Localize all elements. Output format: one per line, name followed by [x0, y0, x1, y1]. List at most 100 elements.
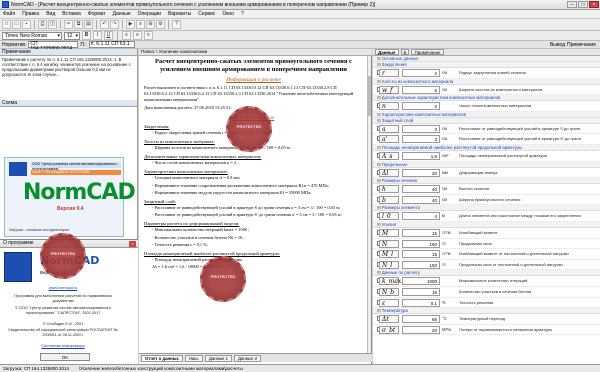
tab-note[interactable]: Примечание — [567, 42, 596, 48]
font-size-combo[interactable]: 12 — [64, 31, 80, 40]
parameter-value[interactable]: 3 — [402, 124, 440, 133]
bold-icon[interactable]: B — [82, 31, 91, 40]
menu-data[interactable]: Данные — [113, 11, 131, 17]
parameter-symbol[interactable]: n — [379, 102, 399, 111]
parameter-symbol[interactable]: σ_bt — [379, 325, 399, 334]
redo-icon[interactable]: ↷ — [110, 20, 119, 29]
parameter-symbol[interactable]: b — [379, 195, 399, 204]
norm-field[interactable]: СП 164.1325800.2014 — [28, 41, 79, 52]
menu-service[interactable]: Сервис — [198, 11, 215, 17]
tab-data[interactable]: Данные — [375, 49, 399, 55]
parameter-value[interactable]: 150 — [402, 260, 440, 269]
note-panel-title: Примечание — [0, 49, 137, 56]
undo-icon[interactable]: ↶ — [100, 20, 109, 29]
parameter-symbol[interactable]: Δl — [379, 168, 399, 177]
parameter-symbol[interactable]: N_l — [379, 260, 399, 269]
parameter-value[interactable]: 1,6 — [402, 151, 440, 160]
parameter-symbol[interactable]: w_f — [379, 85, 399, 94]
parameter-value[interactable]: 0,1 — [402, 298, 440, 307]
parameter-value[interactable]: 4 — [402, 212, 440, 221]
doc-scrollbar[interactable] — [367, 56, 371, 353]
parameter-value[interactable]: 20 — [402, 168, 440, 177]
calculate-icon[interactable]: ▶ — [126, 20, 135, 29]
menu-variants[interactable]: Варианты — [168, 11, 191, 17]
about-close-icon[interactable]: × — [129, 241, 136, 247]
help-icon[interactable]: ? — [172, 20, 181, 29]
para-def-2: - Количество участков в сечении бетона N… — [152, 234, 245, 240]
parameter-symbol[interactable]: l_0 — [379, 212, 399, 221]
parameter-value[interactable]: 1000 — [402, 277, 440, 286]
align-left-icon[interactable]: ≡ — [122, 31, 131, 40]
menu-help[interactable]: ? — [241, 11, 244, 17]
minimize-button[interactable]: – — [567, 1, 577, 8]
parameter-value[interactable]: 20 — [402, 325, 440, 334]
parameter-symbol[interactable]: M_l — [379, 250, 399, 259]
save-icon[interactable]: ▪ — [22, 20, 31, 29]
preview-icon[interactable]: ◫ — [48, 20, 57, 29]
report-icon[interactable]: ≡ — [136, 20, 145, 29]
parameter-symbol[interactable]: N_b — [379, 287, 399, 296]
system-info-link[interactable]: Системная информация — [4, 344, 122, 349]
parameter-value[interactable]: 40 — [402, 185, 440, 194]
menu-format[interactable]: Формат — [88, 11, 106, 17]
parameter-value[interactable]: 66 — [402, 315, 440, 324]
font-combo[interactable]: Times New Roman — [2, 31, 62, 40]
align-right-icon[interactable]: ≡ — [144, 31, 153, 40]
parameter-row: Δl 20 мм Деформация анкера — [373, 168, 600, 179]
tab-b[interactable]: Б — [400, 49, 410, 55]
parameter-value[interactable]: 2 — [402, 69, 440, 77]
underline-icon[interactable]: U — [104, 31, 113, 40]
parameter-symbol[interactable]: a — [379, 124, 399, 133]
clause-field[interactable]: п. 6.1.11 СП 63.1 — [88, 41, 135, 48]
align-center-icon[interactable]: ≡ — [133, 31, 142, 40]
copy-icon[interactable]: ⧉ — [74, 20, 83, 29]
tab-data-2[interactable]: Данные 2 — [234, 354, 262, 362]
parameter-symbol[interactable]: h — [379, 185, 399, 194]
menu-edit[interactable]: Правка — [22, 11, 39, 17]
parameter-symbol[interactable]: M — [379, 228, 399, 237]
parameter-value[interactable]: 2 — [402, 102, 440, 111]
ok-button[interactable]: OK — [40, 353, 90, 361]
print-icon[interactable]: ⎙ — [38, 20, 47, 29]
parameter-value[interactable]: 3 — [402, 135, 440, 144]
parameter-value[interactable]: 15 — [402, 250, 440, 259]
paste-icon[interactable]: ▤ — [84, 20, 93, 29]
close-button[interactable]: × — [589, 1, 599, 8]
menu-insert[interactable]: Вставка — [62, 11, 81, 17]
open-folder-icon[interactable]: ▭ — [12, 20, 21, 29]
about-link[interactable]: www.normcad.ru — [4, 286, 122, 291]
parameter-value[interactable]: 5 — [402, 85, 440, 94]
menu-operations[interactable]: Операции — [138, 11, 161, 17]
variants-icon[interactable]: ⊞ — [146, 20, 155, 29]
parameter-value[interactable]: 40 — [402, 195, 440, 204]
parameter-description: Температурный перепад — [459, 316, 505, 322]
parameter-value[interactable]: 16 — [402, 287, 440, 296]
parameter-value[interactable]: 150 — [402, 239, 440, 248]
tab-output[interactable]: Вывод — [550, 42, 565, 48]
parameter-value[interactable]: 15 — [402, 228, 440, 237]
clause-label: П.: — [80, 41, 87, 48]
maximize-button[interactable]: □ — [578, 1, 588, 8]
settings-icon[interactable]: ⚙ — [156, 20, 165, 29]
tab-report[interactable]: Отчет о данных — [141, 354, 183, 362]
parameter-symbol[interactable]: k_max — [379, 277, 401, 286]
italic-icon[interactable]: I — [93, 31, 102, 40]
cut-icon[interactable]: ✂ — [64, 20, 73, 29]
parameter-symbol[interactable]: Δt — [379, 315, 399, 324]
tab-remark[interactable]: Примечание — [411, 49, 444, 55]
parameter-symbol[interactable]: N — [379, 239, 399, 248]
parameter-symbol[interactable]: ε — [379, 298, 399, 307]
heading-deformation: Параметры расчета по деформационной моде… — [144, 221, 240, 227]
parameter-symbol[interactable]: r — [379, 69, 399, 77]
data-grid: Основные данныеЗакругленияr2смРадиус зак… — [373, 56, 600, 336]
tab-our[interactable]: Наш. — [184, 354, 203, 362]
parameter-symbol[interactable]: a' — [379, 135, 399, 144]
parameter-symbol[interactable]: A_s — [379, 151, 399, 160]
about-line4: Свидетельство об официальной регистрации… — [8, 328, 118, 337]
new-file-icon[interactable]: □ — [2, 20, 11, 29]
heading-characteristics: Характеристики композитных материалов: — [144, 169, 228, 175]
menu-window[interactable]: Окно — [222, 11, 234, 17]
menu-view[interactable]: Вид — [46, 11, 55, 17]
tab-data-1[interactable]: Данные 1 — [204, 354, 233, 362]
menu-file[interactable]: Файл — [3, 11, 15, 17]
